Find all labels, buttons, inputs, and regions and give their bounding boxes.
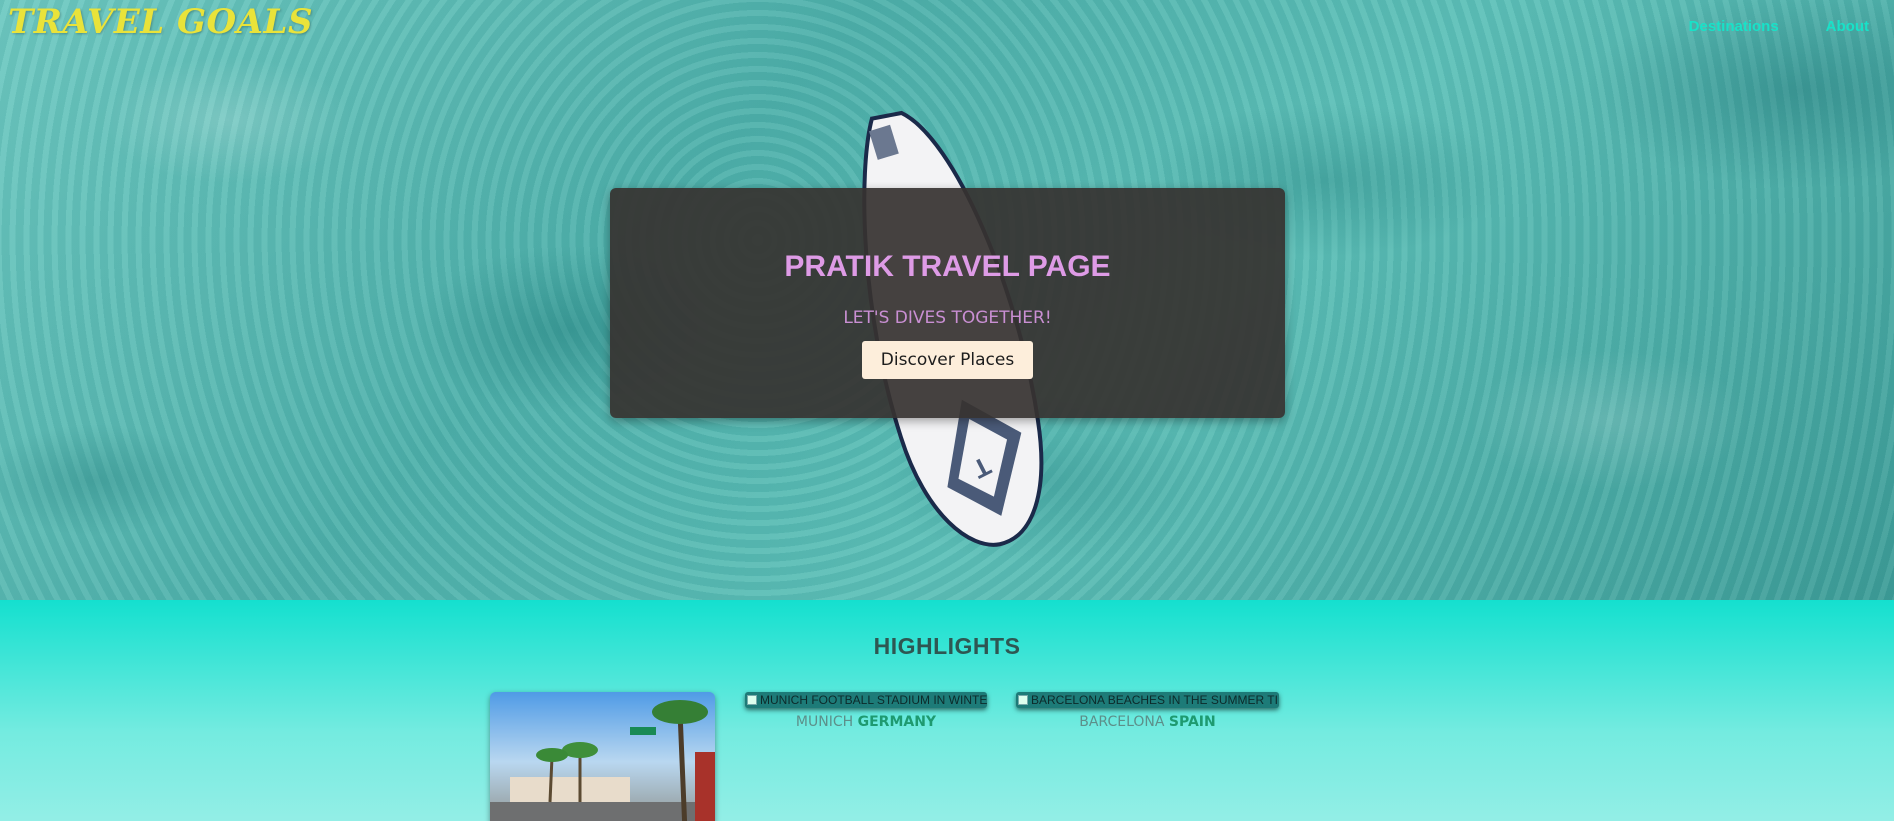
munich-caption: MUNICH GERMANY	[745, 714, 987, 730]
munich-country: GERMANY	[857, 714, 937, 730]
site-logo[interactable]: TRAVEL GOALS	[8, 2, 313, 42]
munich-city: MUNICH	[795, 714, 854, 730]
highlight-card-munich[interactable]: MUNICH FOOTBALL STADIUM IN WINTER MUNICH…	[745, 692, 987, 730]
barcelona-country: SPAIN	[1168, 714, 1216, 730]
broken-image-icon	[1018, 695, 1028, 705]
barcelona-beach-image[interactable]: BARCELONA BEACHES IN THE SUMMER TIME	[1016, 692, 1279, 708]
highlights-section: HIGHLIGHTS MUNICH FOOTBALL STADIUM IN WI…	[0, 600, 1894, 821]
nav-link-about[interactable]: About	[1826, 18, 1869, 35]
barcelona-image-alt: BARCELONA BEACHES IN THE SUMMER TIME	[1031, 693, 1279, 707]
hero-title: PRATIK TRAVEL PAGE	[784, 250, 1111, 283]
highlight-card-barcelona[interactable]: BARCELONA BEACHES IN THE SUMMER TIME BAR…	[1016, 692, 1279, 730]
broken-image-icon	[747, 695, 757, 705]
street-palm-trees-image[interactable]	[490, 692, 715, 821]
munich-stadium-image[interactable]: MUNICH FOOTBALL STADIUM IN WINTER	[745, 692, 987, 708]
hero-section: T TRAVEL GOALS Destinations About PRATIK…	[0, 0, 1894, 600]
highlight-card-miami[interactable]	[490, 692, 715, 821]
barcelona-city: BARCELONA	[1079, 714, 1165, 730]
hero-subtitle: LET'S DIVES TOGETHER!	[843, 308, 1052, 328]
barcelona-caption: BARCELONA SPAIN	[1016, 714, 1279, 730]
main-nav: Destinations About	[1689, 18, 1869, 35]
nav-link-destinations[interactable]: Destinations	[1689, 18, 1779, 35]
hero-banner: PRATIK TRAVEL PAGE LET'S DIVES TOGETHER!…	[610, 188, 1285, 418]
discover-places-button[interactable]: Discover Places	[861, 341, 1034, 379]
highlights-heading: HIGHLIGHTS	[873, 633, 1021, 659]
munich-image-alt: MUNICH FOOTBALL STADIUM IN WINTER	[760, 693, 987, 707]
